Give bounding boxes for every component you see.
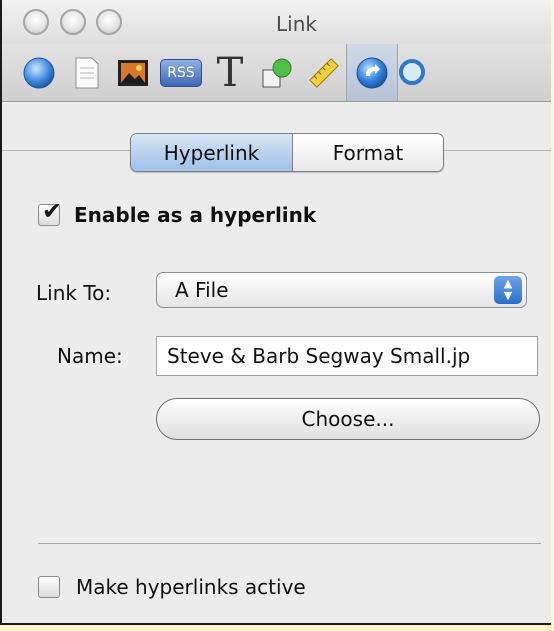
- text-icon[interactable]: T: [205, 44, 255, 101]
- globe-icon[interactable]: [14, 44, 64, 101]
- checkmark-icon: ✔: [42, 197, 63, 225]
- inspector-toolbar: RSS T: [2, 44, 551, 102]
- name-label: Name:: [57, 344, 123, 368]
- link-to-select[interactable]: A File ▲ ▼: [156, 272, 527, 308]
- rss-icon[interactable]: RSS: [156, 44, 206, 101]
- link-to-label: Link To:: [36, 281, 112, 305]
- enable-hyperlink-label: Enable as a hyperlink: [74, 203, 317, 227]
- name-field[interactable]: Steve & Barb Segway Small.jp: [156, 336, 538, 376]
- select-arrows-icon: ▲ ▼: [494, 276, 522, 304]
- enable-hyperlink-checkbox[interactable]: ✔: [38, 199, 62, 226]
- make-active-checkbox[interactable]: [38, 576, 60, 598]
- title-bar: Link: [2, 0, 551, 44]
- window-title: Link: [276, 12, 317, 36]
- make-active-label: Make hyperlinks active: [76, 575, 306, 599]
- tab-format[interactable]: Format: [293, 134, 443, 171]
- enable-hyperlink-row[interactable]: ✔ Enable as a hyperlink: [38, 199, 317, 227]
- rss-badge: RSS: [160, 58, 202, 87]
- divider: [38, 543, 541, 544]
- make-active-row[interactable]: Make hyperlinks active: [38, 575, 306, 599]
- text-glyph: T: [216, 49, 244, 96]
- tab-hyperlink[interactable]: Hyperlink: [131, 134, 293, 171]
- tab-control: Hyperlink Format: [130, 133, 444, 172]
- ruler-icon[interactable]: [299, 44, 349, 101]
- link-icon[interactable]: [346, 44, 398, 101]
- link-to-value: A File: [175, 278, 229, 302]
- shapes-icon[interactable]: [252, 44, 302, 101]
- inspector-window: Link RSS T Hyperlink Format ✔ Enable as …: [0, 0, 551, 625]
- document-icon[interactable]: [62, 44, 112, 101]
- magnifier-icon[interactable]: [396, 44, 426, 101]
- image-icon[interactable]: [108, 44, 158, 101]
- choose-button[interactable]: Choose...: [156, 398, 540, 440]
- inspector-content: Hyperlink Format ✔ Enable as a hyperlink…: [2, 102, 551, 623]
